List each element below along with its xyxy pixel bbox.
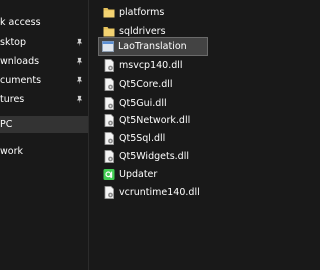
dll-file-icon <box>104 150 114 163</box>
nav-item-quick-access[interactable]: k access <box>0 14 88 31</box>
dll-file-icon <box>104 132 114 145</box>
nav-item-label: work <box>0 146 23 157</box>
file-row-qt5sql[interactable]: Qt5Sql.dll <box>100 130 270 147</box>
file-name: msvcp140.dll <box>119 60 183 71</box>
file-name: Qt5Widgets.dll <box>119 151 189 162</box>
nav-item-desktop[interactable]: sktop <box>0 34 88 51</box>
nav-item-label: k access <box>0 17 41 28</box>
app-icon <box>102 41 114 52</box>
dll-file-icon <box>104 78 114 91</box>
dll-file-icon <box>104 114 114 127</box>
folder-icon <box>103 8 115 18</box>
qt-app-icon <box>103 169 115 180</box>
pin-icon[interactable] <box>75 57 84 66</box>
file-name: LaoTranslation <box>118 41 187 52</box>
nav-item-pictures[interactable]: tures <box>0 91 88 108</box>
file-row-qt5gui[interactable]: Qt5Gui.dll <box>100 95 270 112</box>
file-list: platforms sqldrivers LaoTranslation msvc… <box>89 0 270 270</box>
file-row-updater[interactable]: Updater <box>100 166 270 183</box>
nav-item-documents[interactable]: cuments <box>0 72 88 89</box>
nav-item-this-pc[interactable]: PC <box>0 116 88 133</box>
dll-file-icon <box>104 186 114 199</box>
dll-file-icon <box>104 97 114 110</box>
nav-item-network[interactable]: work <box>0 143 88 160</box>
file-row-qt5network[interactable]: Qt5Network.dll <box>100 112 270 129</box>
file-name: Updater <box>119 169 158 180</box>
navigation-pane: k access sktop wnloads cuments tures PC … <box>0 0 88 270</box>
file-name: vcruntime140.dll <box>119 187 200 198</box>
file-name: Qt5Sql.dll <box>119 133 166 144</box>
file-row-msvcp140[interactable]: msvcp140.dll <box>100 57 270 74</box>
file-row-laotranslation[interactable]: LaoTranslation <box>98 37 208 56</box>
file-row-platforms[interactable]: platforms <box>100 4 270 21</box>
nav-item-label: tures <box>0 94 25 105</box>
file-name: Qt5Gui.dll <box>119 98 167 109</box>
nav-item-label: sktop <box>0 37 27 48</box>
nav-item-label: PC <box>0 119 13 130</box>
pin-icon[interactable] <box>75 76 84 85</box>
file-row-qt5core[interactable]: Qt5Core.dll <box>100 76 270 93</box>
file-row-qt5widgets[interactable]: Qt5Widgets.dll <box>100 148 270 165</box>
file-name: platforms <box>119 7 165 18</box>
nav-item-downloads[interactable]: wnloads <box>0 53 88 70</box>
file-name: Qt5Core.dll <box>119 79 173 90</box>
pin-icon[interactable] <box>75 38 84 47</box>
pin-icon[interactable] <box>75 95 84 104</box>
nav-item-label: cuments <box>0 75 42 86</box>
nav-item-label: wnloads <box>0 56 40 67</box>
file-row-vcruntime140[interactable]: vcruntime140.dll <box>100 184 270 201</box>
file-name: Qt5Network.dll <box>119 115 191 126</box>
dll-file-icon <box>104 59 114 72</box>
folder-icon <box>103 27 115 37</box>
